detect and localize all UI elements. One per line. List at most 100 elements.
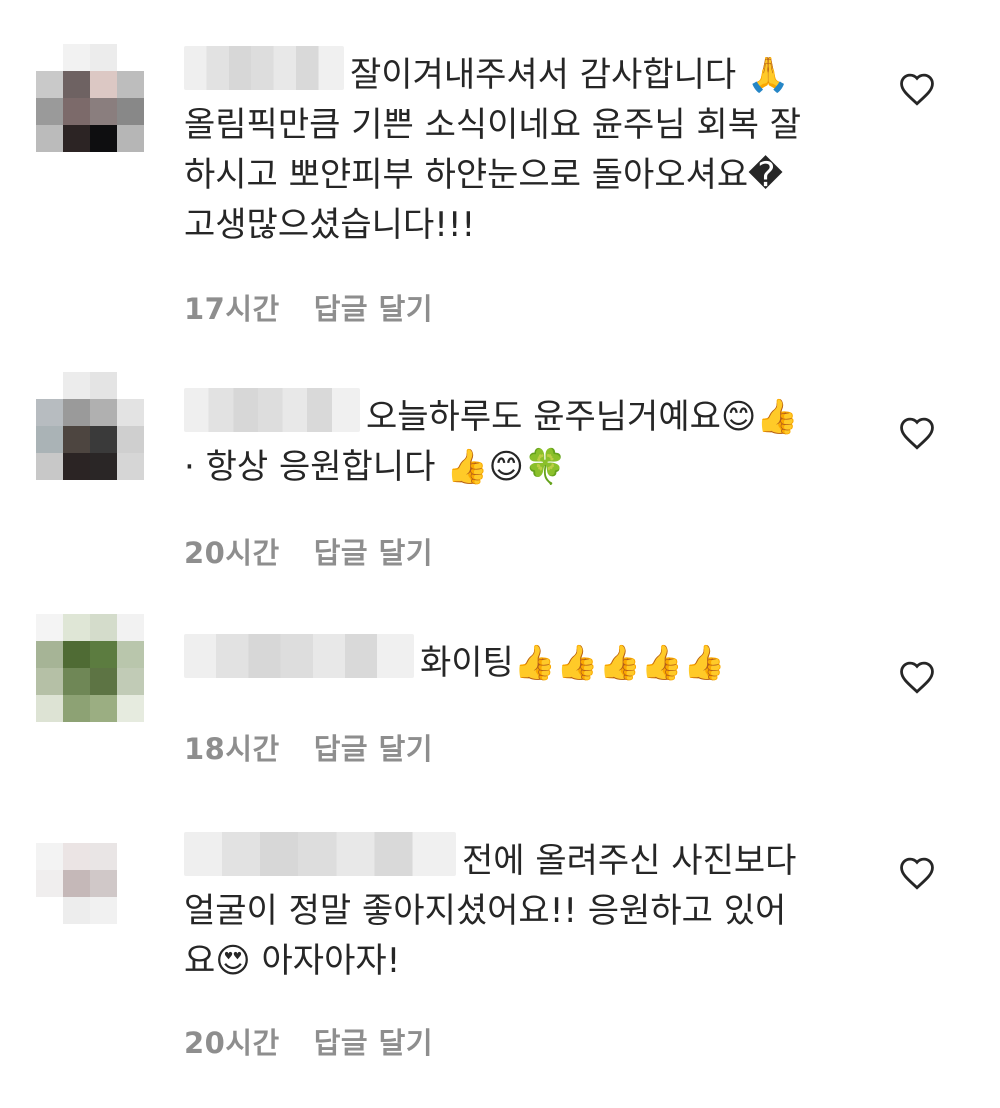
heart-outline-icon[interactable] [898,660,936,694]
comment-line: 오늘하루도 윤주님거예요😊👍 [366,397,799,437]
comment-text: 화이팅👍👍👍👍👍 [184,634,884,688]
avatar-pixel [90,870,117,897]
avatar-pixel [63,816,90,843]
avatar-pixel [36,399,63,426]
comment-line: · 항상 응원합니다 👍😊🍀 [184,447,567,487]
comment-meta: 18시간 답글 달기 [184,726,433,768]
avatar-pixel [36,98,63,125]
avatar-pixel [36,816,63,843]
comment-line: 요😍 아자아자! [184,941,401,981]
avatar[interactable] [36,372,144,480]
heart-outline-icon[interactable] [898,416,936,450]
avatar-pixel [90,695,117,722]
avatar-pixel [90,372,117,399]
avatar-pixel [63,399,90,426]
heart-outline-icon[interactable] [898,856,936,890]
avatar-pixel [90,98,117,125]
comment-text: 잘이겨내주셔서 감사합니다 🙏 올림픽만큼 기쁜 소식이네요 윤주님 회복 잘 … [184,46,884,250]
avatar-pixel [117,453,144,480]
avatar-pixel [36,897,63,924]
avatar-pixel [117,125,144,152]
avatar-pixel [90,426,117,453]
avatar-pixel [117,641,144,668]
comment-text: 전에 올려주신 사진보다 얼굴이 정말 좋아지셨어요!! 응원하고 있어 요😍 … [184,832,884,986]
avatar-pixel [90,816,117,843]
timestamp: 18시간 [184,732,280,766]
avatar-pixel [117,44,144,71]
avatar-pixel [63,125,90,152]
username-blurred[interactable] [184,634,414,678]
avatar-pixel [63,614,90,641]
avatar-pixel [63,453,90,480]
avatar-pixel [36,44,63,71]
avatar-pixel [63,843,90,870]
comment-line: 잘이겨내주셔서 감사합니다 🙏 [350,55,790,95]
avatar-pixel [117,614,144,641]
avatar-pixel [117,816,144,843]
avatar-pixel [36,695,63,722]
comment-line: 화이팅👍👍👍👍👍 [420,643,726,683]
timestamp: 17시간 [184,292,280,326]
avatar[interactable] [36,44,144,152]
avatar-pixel [90,614,117,641]
avatar-pixel [36,843,63,870]
timestamp: 20시간 [184,1026,280,1060]
comment-meta: 20시간 답글 달기 [184,1020,433,1062]
avatar-pixel [63,695,90,722]
comment-line: 올림픽만큼 기쁜 소식이네요 윤주님 회복 잘 [184,105,802,145]
timestamp: 20시간 [184,536,280,570]
reply-button[interactable]: 답글 달기 [314,732,433,766]
avatar-pixel [90,453,117,480]
avatar-pixel [63,870,90,897]
avatar[interactable] [36,614,144,722]
heart-outline-icon[interactable] [898,72,936,106]
avatar-pixel [90,71,117,98]
avatar-pixel [36,641,63,668]
avatar-pixel [36,71,63,98]
comment-meta: 20시간 답글 달기 [184,530,433,572]
reply-button[interactable]: 답글 달기 [314,1026,433,1060]
avatar[interactable] [36,816,144,924]
comment-line: 고생많으셨습니다!!! [184,205,476,245]
avatar-pixel [117,426,144,453]
avatar-pixel [36,614,63,641]
avatar-pixel [117,870,144,897]
avatar-pixel [63,372,90,399]
avatar-pixel [117,372,144,399]
avatar-pixel [117,71,144,98]
avatar-pixel [90,668,117,695]
username-blurred[interactable] [184,832,456,876]
avatar-pixel [90,641,117,668]
avatar-pixel [36,668,63,695]
avatar-pixel [36,426,63,453]
avatar-pixel [117,399,144,426]
username-blurred[interactable] [184,46,344,90]
avatar-pixel [117,897,144,924]
avatar-pixel [63,71,90,98]
avatar-pixel [63,897,90,924]
comment-meta: 17시간 답글 달기 [184,286,433,328]
comment-line: 얼굴이 정말 좋아지셨어요!! 응원하고 있어 [184,891,787,931]
avatar-pixel [36,453,63,480]
avatar-pixel [63,426,90,453]
reply-button[interactable]: 답글 달기 [314,536,433,570]
avatar-pixel [63,668,90,695]
avatar-pixel [36,125,63,152]
avatar-pixel [36,372,63,399]
avatar-pixel [63,641,90,668]
avatar-pixel [90,125,117,152]
comment-line: 하시고 뽀얀피부 하얀눈으로 돌아오셔요� [184,155,784,195]
avatar-pixel [63,44,90,71]
avatar-pixel [90,897,117,924]
avatar-pixel [36,870,63,897]
avatar-pixel [117,668,144,695]
avatar-pixel [117,695,144,722]
avatar-pixel [90,399,117,426]
username-blurred[interactable] [184,388,360,432]
avatar-pixel [90,44,117,71]
comment-line: 전에 올려주신 사진보다 [462,841,797,881]
avatar-pixel [117,843,144,870]
avatar-pixel [63,98,90,125]
reply-button[interactable]: 답글 달기 [314,292,433,326]
comment-text: 오늘하루도 윤주님거예요😊👍 · 항상 응원합니다 👍😊🍀 [184,388,884,492]
